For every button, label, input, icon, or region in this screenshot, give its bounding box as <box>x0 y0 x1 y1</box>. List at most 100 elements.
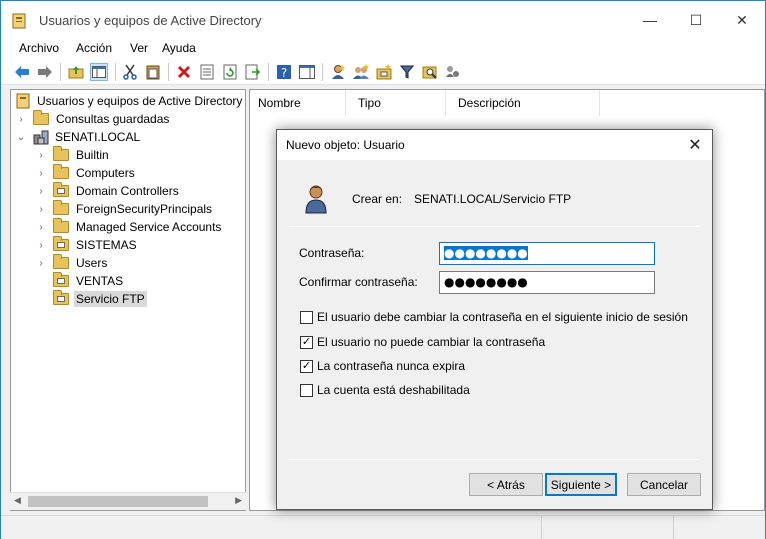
dialog-title-bar: Nuevo objeto: Usuario ✕ <box>277 130 712 160</box>
add-to-group-icon[interactable] <box>444 63 462 81</box>
chevron-right-icon[interactable]: › <box>15 113 27 125</box>
delete-icon[interactable] <box>175 63 193 81</box>
close-button[interactable]: ✕ <box>719 1 765 39</box>
option-row[interactable]: ✓ El usuario no puede cambiar la contrase… <box>300 335 545 349</box>
option-row[interactable]: ✓ La contraseña nunca expira <box>300 359 465 373</box>
tree-item[interactable]: Servicio FTP <box>35 290 147 308</box>
scroll-left-icon[interactable]: ◀ <box>14 495 21 506</box>
chevron-right-icon[interactable]: › <box>35 257 47 269</box>
find-icon[interactable] <box>421 63 439 81</box>
checkbox-unchecked[interactable] <box>300 383 313 397</box>
ou-folder-icon <box>53 236 69 251</box>
export-list-icon[interactable] <box>244 63 262 81</box>
tree-root-label: Usuarios y equipos de Active Directory [ <box>37 94 246 108</box>
checkbox-checked[interactable]: ✓ <box>300 335 313 349</box>
tree-item-saved-queries[interactable]: › Consultas guardadas <box>15 110 171 128</box>
tree-item[interactable]: › Builtin <box>35 146 111 164</box>
new-group-icon[interactable] <box>352 63 370 81</box>
close-icon: ✕ <box>688 137 702 154</box>
chevron-right-icon[interactable]: › <box>35 239 47 251</box>
tree-item-label: VENTAS <box>76 274 124 288</box>
minimize-button[interactable]: — <box>627 1 673 39</box>
title-bar: Usuarios y equipos de Active Directory —… <box>1 1 765 39</box>
create-in-path: SENATI.LOCAL/Servicio FTP <box>414 192 572 206</box>
checkbox-unchecked[interactable] <box>300 310 313 324</box>
tree-item-label: Consultas guardadas <box>56 112 170 126</box>
tree-item-label: SENATI.LOCAL <box>55 130 141 144</box>
maximize-icon: ☐ <box>689 11 703 28</box>
option-label: El usuario debe cambiar la contraseña en… <box>317 310 688 324</box>
divider <box>289 459 700 460</box>
status-cell <box>541 516 673 539</box>
cut-icon[interactable] <box>121 63 139 81</box>
tree-item-domain[interactable]: ⌄ SENATI.LOCAL <box>15 128 142 146</box>
ou-folder-icon <box>53 272 69 287</box>
new-ou-icon[interactable] <box>375 63 393 81</box>
tree-horizontal-scrollbar[interactable]: ◀ ▶ <box>10 492 246 510</box>
menu-ver[interactable]: Ver <box>130 41 148 55</box>
help-icon[interactable]: ? <box>275 63 293 81</box>
tree-item[interactable]: › Computers <box>35 164 137 182</box>
chevron-right-icon[interactable]: › <box>35 149 47 161</box>
chevron-right-icon[interactable]: › <box>35 167 47 179</box>
chevron-right-icon[interactable]: › <box>35 221 47 233</box>
menu-ayuda[interactable]: Ayuda <box>162 41 196 55</box>
show-console-tree-icon[interactable] <box>90 63 108 81</box>
filter-icon[interactable] <box>398 63 416 81</box>
next-button[interactable]: Siguiente > <box>545 473 617 496</box>
tree-item[interactable]: VENTAS <box>35 272 125 290</box>
confirm-password-field[interactable]: ●●●●●●●● <box>439 271 655 294</box>
active-directory-app-icon <box>12 13 26 29</box>
folder-icon <box>53 254 69 269</box>
menu-archivo[interactable]: Archivo <box>19 41 59 55</box>
scroll-right-icon[interactable]: ▶ <box>235 495 242 506</box>
properties-icon[interactable] <box>198 63 216 81</box>
tree-item[interactable]: › ForeignSecurityPrincipals <box>35 200 214 218</box>
chevron-down-icon[interactable]: ⌄ <box>15 131 27 143</box>
tree-root[interactable]: Usuarios y equipos de Active Directory [ <box>15 92 246 110</box>
chevron-right-icon[interactable]: › <box>35 203 47 215</box>
refresh-icon[interactable] <box>221 63 239 81</box>
new-user-icon[interactable] <box>329 63 347 81</box>
folder-icon <box>53 164 69 179</box>
tree-item[interactable]: › SISTEMAS <box>35 236 139 254</box>
tree-item[interactable]: › Managed Service Accounts <box>35 218 223 236</box>
back-icon[interactable] <box>13 63 31 81</box>
cancel-button[interactable]: Cancelar <box>627 473 701 496</box>
dialog-close-button[interactable]: ✕ <box>678 130 712 160</box>
toolbar: ? <box>1 59 765 85</box>
confirm-password-label: Confirmar contraseña: <box>299 275 418 289</box>
folder-icon <box>53 200 69 215</box>
password-label: Contraseña: <box>299 246 365 260</box>
column-header-description[interactable]: Descripción <box>450 90 600 116</box>
action-pane-icon[interactable] <box>298 63 316 81</box>
chevron-right-icon[interactable]: › <box>35 185 47 197</box>
menu-bar: Archivo Acción Ver Ayuda <box>1 39 765 59</box>
forward-icon[interactable] <box>36 63 54 81</box>
domain-icon <box>33 130 49 145</box>
column-header-name[interactable]: Nombre <box>250 90 346 116</box>
password-value: ●●●●●●●● <box>444 246 528 260</box>
option-row[interactable]: El usuario debe cambiar la contraseña en… <box>300 310 688 324</box>
option-label: El usuario no puede cambiar la contraseñ… <box>317 335 546 349</box>
tree-item[interactable]: › Users <box>35 254 109 272</box>
menu-accion[interactable]: Acción <box>76 41 112 55</box>
maximize-button[interactable]: ☐ <box>673 1 719 39</box>
option-row[interactable]: La cuenta está deshabilitada <box>300 383 470 397</box>
minimize-icon: — <box>643 12 657 28</box>
up-folder-icon[interactable] <box>67 63 85 81</box>
column-header-type[interactable]: Tipo <box>350 90 446 116</box>
checkbox-checked[interactable]: ✓ <box>300 359 313 373</box>
confirm-password-value: ●●●●●●●● <box>444 275 528 289</box>
paste-icon[interactable] <box>144 63 162 81</box>
tree-item-label: Builtin <box>76 148 109 162</box>
tree-item[interactable]: › Domain Controllers <box>35 182 181 200</box>
create-in-label: Crear en: <box>352 192 403 206</box>
back-button[interactable]: < Atrás <box>469 473 543 496</box>
status-cell <box>673 516 765 539</box>
password-field[interactable]: ●●●●●●●● <box>439 242 655 265</box>
scrollbar-thumb[interactable] <box>28 496 208 507</box>
dialog-title: Nuevo objeto: Usuario <box>286 138 405 152</box>
status-bar <box>1 515 765 539</box>
